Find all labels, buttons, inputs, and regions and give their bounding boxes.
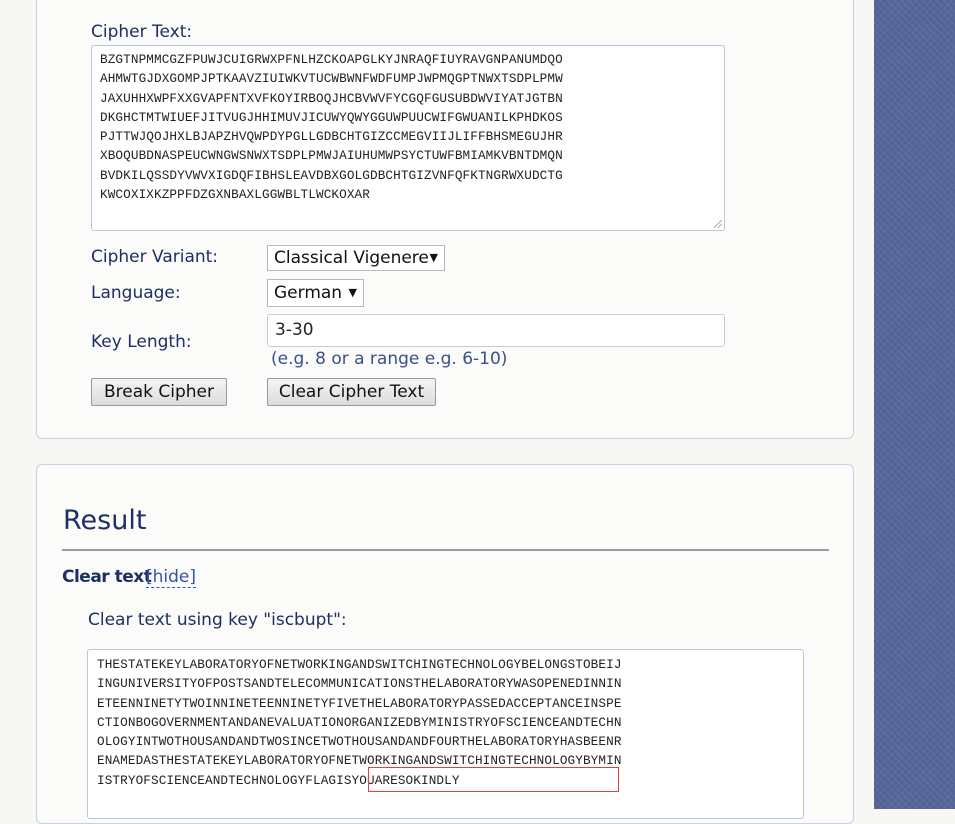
cipher-line: BZGTNPMMCGZFPUWJCUIGRWXPFNLHZCKOAPGLKYJN… (100, 52, 563, 67)
cipher-variant-label: Cipher Variant: (91, 247, 219, 267)
clear-line: CTIONBOGOVERNMENTANDANEVALUATIONORGANIZE… (97, 714, 622, 730)
clear-text-area[interactable]: THESTATEKEYLABORATORYOFNETWORKINGANDSWIT… (87, 649, 804, 819)
chevron-down-icon: ▼ (348, 286, 357, 299)
cipher-line: DKGHCTMTWIUEFJITVUGJHHIMUVJICUWYQWYGGUWP… (100, 109, 563, 125)
language-value: German (274, 283, 343, 303)
sidebar-background (874, 0, 955, 809)
clear-text-heading: Clear text (62, 567, 152, 587)
cipher-line: XBOQUBDNASPEUCWNGWSNWXTSDPLPMWJAIUHUMWPS… (100, 148, 563, 164)
break-cipher-button[interactable]: Break Cipher (91, 378, 227, 406)
clear-line: ETEENNINETYTWOINNINETEENNINETYFIVETHELAB… (97, 695, 622, 711)
chevron-down-icon: ▼ (429, 251, 438, 264)
cipher-variant-value: Classical Vigenere (274, 248, 429, 268)
cipher-line: PJTTWJQOJHXLBJAPZHVQWPDYPGLLGDBCHTGIZCCM… (100, 129, 563, 145)
flag-highlight-box (368, 767, 619, 792)
result-title: Result (63, 505, 147, 536)
cipher-variant-select[interactable]: Classical Vigenere ▼ (267, 245, 445, 271)
language-select[interactable]: German ▼ (267, 279, 364, 307)
cipher-text-area[interactable]: BZGTNPMMCGZFPUWJCUIGRWXPFNLHZCKOAPGLKYJN… (91, 45, 725, 231)
key-length-hint: (e.g. 8 or a range e.g. 6-10) (271, 349, 508, 369)
cipher-line: AHMWTGJDXGOMPJPTKAAVZIUIWKVTUCWBWNFWDFUM… (100, 71, 563, 87)
clear-line: INGUNIVERSITYOFPOSTSANDTELECOMMUNICATION… (97, 676, 622, 692)
clear-cipher-text-button[interactable]: Clear Cipher Text (267, 378, 436, 406)
cipher-text-label: Cipher Text: (91, 22, 193, 42)
cipher-line: KWCOXIXKZPPFDZGXNBAXLGGWBLTLWCKOXAR (100, 187, 370, 203)
result-divider (62, 549, 829, 551)
cipher-line: JAXUHHXWPFXXGVAPFNTXVFKOYIRBOQJHCBVWVFYC… (100, 90, 563, 106)
resize-handle-icon[interactable] (714, 220, 722, 228)
hide-link[interactable]: [hide] (146, 567, 197, 588)
clear-line: THESTATEKEYLABORATORYOFNETWORKINGANDSWIT… (97, 657, 622, 672)
key-length-label: Key Length: (91, 332, 192, 352)
key-length-input[interactable]: 3-30 (267, 314, 725, 347)
language-label: Language: (91, 283, 181, 303)
hide-link-text: [hide] (146, 567, 197, 588)
clear-line: OLOGYINTWOTHOUSANDANDTWOSINCETWOTHOUSAND… (97, 734, 622, 750)
clear-text-key-label: Clear text using key "iscbupt": (88, 610, 347, 630)
cipher-line: BVDKILQSSDYVWVXIGDQFIBHSLEAVDBXGOLGDBCHT… (100, 167, 563, 183)
